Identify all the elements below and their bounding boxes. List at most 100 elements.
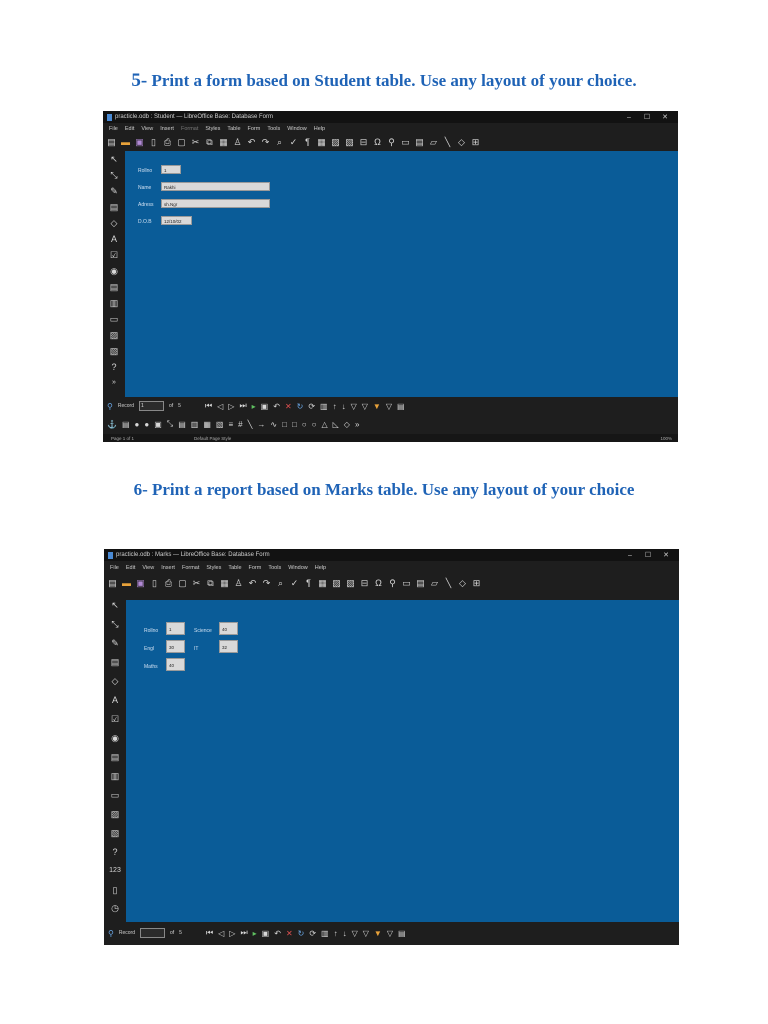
menu-format[interactable]: Format [181, 126, 198, 132]
control-icon[interactable]: ⊞ [472, 578, 481, 589]
refresh-icon[interactable]: ↻ [298, 929, 305, 938]
listbox-icon[interactable]: ▤ [111, 749, 120, 765]
shape-icon[interactable]: ◇ [458, 578, 467, 589]
new-record-icon[interactable]: ▸ [253, 929, 257, 938]
form-properties-icon[interactable]: ▤ [110, 199, 119, 215]
header-icon[interactable]: ▤ [415, 137, 424, 148]
radio-icon[interactable]: ◉ [111, 730, 119, 746]
hyperlink-icon[interactable]: ⚲ [388, 578, 397, 589]
wizard-icon[interactable]: ✎ [110, 183, 118, 199]
menu-view[interactable]: View [142, 565, 154, 571]
diamond-icon[interactable]: ◇ [344, 420, 350, 429]
reset-filter-icon[interactable]: ▽ [387, 929, 393, 938]
find-icon[interactable]: ⌕ [276, 578, 285, 589]
clone-icon[interactable]: ♙ [234, 578, 243, 589]
previous-record-icon[interactable]: ◁ [217, 402, 223, 411]
circle-icon[interactable]: ○ [312, 420, 317, 429]
menu-tools[interactable]: Tools [267, 126, 280, 132]
combobox-icon[interactable]: ▥ [111, 768, 120, 784]
control-icon[interactable]: ⊞ [471, 137, 480, 148]
engl-input[interactable]: 30 [166, 640, 185, 653]
menu-form[interactable]: Form [249, 565, 262, 571]
undo-icon[interactable]: ↶ [248, 578, 257, 589]
menu-window[interactable]: Window [288, 565, 308, 571]
menu-help[interactable]: Help [315, 565, 326, 571]
wizard-icon[interactable]: ✎ [111, 635, 119, 651]
refresh-control-icon[interactable]: ⟳ [309, 929, 316, 938]
date-field-icon[interactable]: ▧ [110, 343, 119, 359]
image-icon[interactable]: ▨ [332, 578, 341, 589]
rectangle-icon[interactable]: □ [282, 420, 287, 429]
redo-icon[interactable]: ↷ [262, 578, 271, 589]
image-control-icon[interactable]: ▨ [111, 806, 120, 822]
square-icon[interactable]: □ [292, 420, 297, 429]
delete-record-icon[interactable]: ✕ [285, 402, 292, 411]
pilcrow-icon[interactable]: ¶ [304, 578, 313, 588]
record-number-input[interactable] [139, 928, 165, 938]
form-filter-icon[interactable]: ▼ [373, 402, 381, 411]
sort-icon[interactable]: ▥ [321, 929, 329, 938]
menu-styles[interactable]: Styles [205, 126, 220, 132]
find-record-icon[interactable]: ⚲ [107, 402, 113, 411]
comment-icon[interactable]: ▱ [429, 137, 438, 148]
last-record-icon[interactable]: ⏭ [240, 928, 247, 938]
rollno-input[interactable]: 1 [161, 165, 181, 174]
autofilter-icon[interactable]: ▽ [351, 402, 357, 411]
new-record-icon[interactable]: ▸ [252, 402, 256, 411]
refresh-icon[interactable]: ↻ [297, 402, 304, 411]
data-to-text-icon[interactable]: ▤ [397, 402, 405, 411]
overflow-icon[interactable]: » [355, 420, 359, 429]
save-record-icon[interactable]: ▣ [262, 929, 270, 938]
record-number-input[interactable]: 1 [138, 401, 164, 411]
minimize-button[interactable]: – [621, 552, 639, 559]
time-field-icon[interactable]: ◷ [111, 900, 119, 916]
ellipse-icon[interactable]: ○ [302, 420, 307, 429]
rollno-input[interactable]: 1 [166, 622, 185, 635]
menu-insert[interactable]: Insert [160, 126, 174, 132]
design-mode-icon[interactable]: ⤡ [111, 616, 118, 632]
find-icon[interactable]: ⌕ [275, 137, 284, 148]
pdf-icon[interactable]: ▯ [149, 137, 158, 148]
it-input[interactable]: 32 [219, 640, 238, 653]
align-icon[interactable]: ≡ [228, 420, 233, 429]
menu-form[interactable]: Form [248, 126, 261, 132]
redo-icon[interactable]: ↷ [261, 137, 270, 148]
menu-format[interactable]: Format [182, 565, 199, 571]
dob-input[interactable]: 12/10/02 [161, 216, 192, 225]
maximize-button[interactable]: ☐ [638, 113, 656, 121]
chart-icon[interactable]: ▧ [346, 578, 355, 589]
copy-icon[interactable]: ⧉ [206, 578, 215, 589]
maths-input[interactable]: 40 [166, 658, 185, 671]
undo-icon[interactable]: ↶ [247, 137, 256, 148]
menu-table[interactable]: Table [228, 565, 241, 571]
right-triangle-icon[interactable]: ◺ [333, 420, 339, 429]
tag-icon[interactable]: ◇ [111, 215, 118, 231]
pdf-icon[interactable]: ▯ [150, 578, 159, 589]
textbox-icon[interactable]: ⊟ [360, 578, 369, 589]
label-field-icon[interactable]: A [111, 231, 117, 247]
new-icon[interactable]: ▤ [108, 578, 117, 589]
last-record-icon[interactable]: ⏭ [239, 401, 246, 411]
shape-icon[interactable]: ◇ [457, 137, 466, 148]
menu-file[interactable]: File [109, 126, 118, 132]
comment-icon[interactable]: ▱ [430, 578, 439, 589]
name-input[interactable]: Rakhi [161, 182, 270, 191]
menu-insert[interactable]: Insert [161, 565, 175, 571]
data-to-text-icon[interactable]: ▤ [398, 929, 406, 938]
science-input[interactable]: 40 [219, 622, 238, 635]
reset-filter-icon[interactable]: ▽ [386, 402, 392, 411]
help-icon[interactable]: ? [112, 844, 117, 860]
wrap-icon[interactable]: ▤ [122, 420, 130, 429]
add-field-icon[interactable]: ▧ [216, 420, 224, 429]
close-button[interactable]: ✕ [657, 551, 675, 559]
send-back-icon[interactable]: ● [144, 420, 149, 429]
note-icon[interactable]: ▭ [401, 137, 410, 148]
sort-icon[interactable]: ▥ [320, 402, 328, 411]
form-properties-icon[interactable]: ▤ [111, 654, 120, 670]
select-icon[interactable]: ↖ [111, 597, 119, 613]
save-icon[interactable]: ▣ [135, 137, 144, 148]
next-record-icon[interactable]: ▷ [228, 402, 234, 411]
apply-filter-icon[interactable]: ▽ [363, 929, 369, 938]
chart-icon[interactable]: ▧ [345, 137, 354, 148]
help-icon[interactable]: ? [111, 359, 116, 375]
